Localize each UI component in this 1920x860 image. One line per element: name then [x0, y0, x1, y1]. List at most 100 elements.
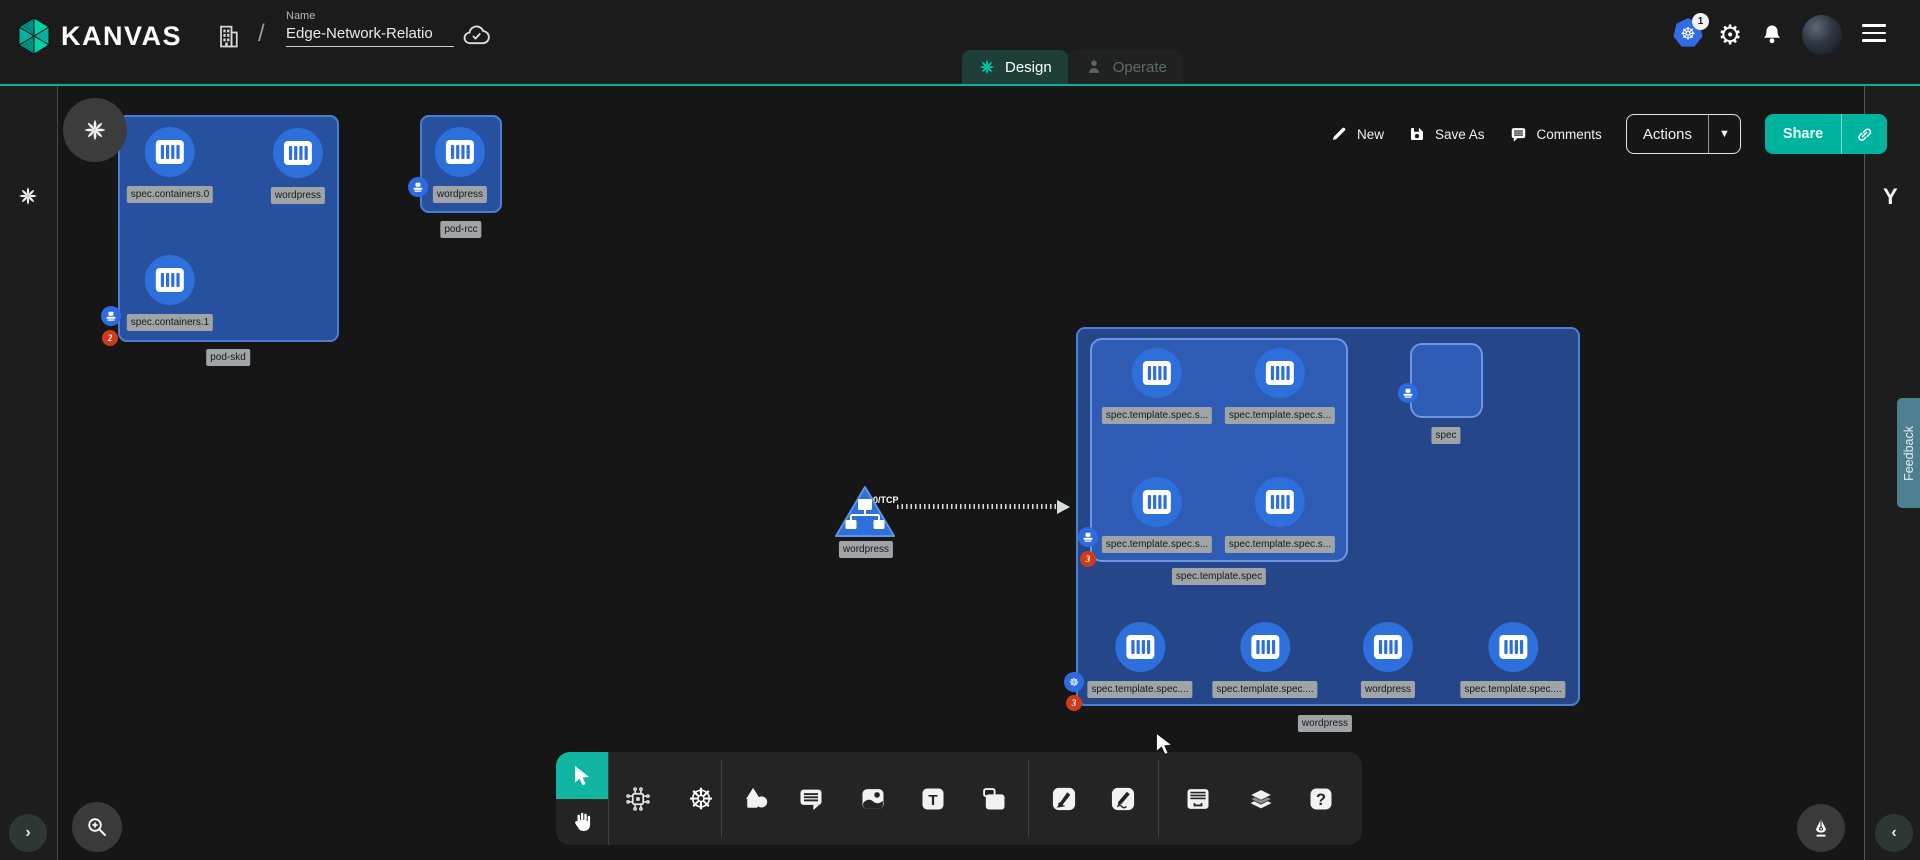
app-header: KANVAS / Name Edge-Network-Relatio [0, 0, 1920, 86]
container-node[interactable]: spec.template.spec.s... [1102, 477, 1212, 553]
service-edge[interactable] [897, 504, 1057, 509]
caret-down-icon[interactable]: ▼ [1708, 115, 1740, 153]
container-node[interactable]: spec.template.spec.... [1087, 622, 1192, 698]
node-label: spec.template.spec.s... [1225, 536, 1335, 553]
menu-hamburger-icon[interactable] [1862, 24, 1886, 42]
pointer-tools-column [556, 752, 609, 845]
help-button[interactable]: ? [1307, 785, 1335, 813]
share-label: Share [1765, 114, 1841, 154]
container-icon [1115, 622, 1165, 672]
pod-badge-icon[interactable] [1398, 383, 1418, 403]
left-dock-rail: › [0, 86, 58, 860]
node-config-button[interactable] [63, 98, 127, 162]
chevron-right-icon: › [25, 824, 30, 842]
user-avatar[interactable] [1802, 15, 1842, 55]
mouse-cursor [1151, 731, 1177, 762]
kubernetes-wheel-icon: ☸ [688, 785, 714, 814]
comment-tool-button[interactable] [797, 785, 825, 813]
svg-text:T: T [928, 792, 938, 809]
text-tool-button[interactable]: T [919, 785, 947, 813]
pod-badge-icon[interactable] [408, 177, 428, 197]
frame-icon [980, 785, 1008, 813]
svg-text:?: ? [1316, 791, 1326, 809]
service-triangle-icon [833, 484, 897, 540]
operate-tab-icon [1084, 57, 1104, 77]
layers-icon [1247, 785, 1275, 813]
kubernetes-context-button[interactable]: ☸ 1 [1672, 17, 1708, 51]
image-tool-button[interactable] [859, 785, 887, 813]
spec-node[interactable] [1410, 343, 1483, 418]
service-node[interactable] [833, 484, 897, 545]
design-name-input[interactable]: Edge-Network-Relatio [286, 25, 454, 47]
node-label: spec.containers.0 [127, 186, 213, 203]
design-pen-button[interactable] [1797, 804, 1845, 852]
feedback-tab[interactable]: Feedback [1897, 398, 1920, 508]
design-action-bar: New Save As Comments Actions [1330, 113, 1887, 155]
kanvas-logo[interactable]: KANVAS [16, 17, 182, 55]
mesh-sync-tool-button[interactable] [624, 785, 652, 813]
frame-tool-button[interactable] [980, 785, 1008, 813]
container-node[interactable]: spec.containers.0 [127, 127, 213, 203]
design-name-field[interactable]: Name Edge-Network-Relatio [286, 10, 454, 47]
toolbar-divider [1158, 760, 1159, 837]
select-tool-button[interactable] [556, 752, 608, 799]
pen-tool-icon [1050, 785, 1078, 813]
zoom-search-button[interactable] [72, 802, 122, 852]
hand-icon [570, 810, 594, 834]
save-as-button[interactable]: Save As [1408, 125, 1485, 143]
image-icon [859, 785, 887, 813]
design-tab-icon [978, 58, 996, 76]
toolbar-divider [721, 760, 722, 837]
pan-tool-button[interactable] [556, 799, 608, 845]
error-count-badge[interactable]: 2 [102, 330, 118, 346]
new-button[interactable]: New [1330, 125, 1384, 143]
actions-dropdown-button[interactable]: Actions ▼ [1626, 114, 1741, 154]
node-label: spec.containers.1 [127, 314, 213, 331]
node-label: wordpress [1361, 681, 1415, 698]
logo-text: KANVAS [61, 21, 182, 52]
pencil-icon [1330, 125, 1348, 143]
container-node[interactable]: wordpress [271, 128, 325, 204]
pod-badge-icon[interactable] [101, 306, 121, 326]
group-label-spec-template-spec: spec.template.spec [1172, 568, 1266, 585]
group-label-pod-rcc: pod-rcc [440, 221, 481, 238]
tab-operate[interactable]: Operate [1068, 50, 1183, 84]
dock-handle-icon[interactable]: Y [1883, 184, 1898, 210]
collapse-right-panel-button[interactable]: ‹ [1875, 814, 1913, 852]
breadcrumb-separator: / [258, 20, 265, 48]
expand-left-panel-button[interactable]: › [9, 814, 47, 852]
pod-badge-icon[interactable] [1078, 527, 1098, 547]
notifications-bell-icon[interactable] [1760, 22, 1784, 48]
error-count-badge[interactable]: 3 [1066, 695, 1082, 711]
comments-button[interactable]: Comments [1509, 125, 1602, 144]
layers-button[interactable] [1247, 785, 1275, 813]
comment-icon [797, 785, 825, 813]
tab-design[interactable]: Design [962, 50, 1068, 84]
shapes-tool-button[interactable] [742, 785, 770, 813]
container-node[interactable]: spec.containers.1 [127, 255, 213, 331]
kubernetes-badge-icon[interactable]: ☸ [1064, 672, 1084, 692]
container-node[interactable]: wordpress [433, 127, 487, 203]
node-label: wordpress [433, 186, 487, 203]
error-count-badge[interactable]: 3 [1080, 551, 1096, 567]
container-node[interactable]: spec.template.spec.s... [1225, 477, 1335, 553]
organization-icon[interactable] [214, 22, 242, 50]
container-node[interactable]: spec.template.spec.... [1460, 622, 1565, 698]
container-node[interactable]: spec.template.spec.s... [1225, 348, 1335, 424]
copy-link-button[interactable] [1841, 114, 1887, 154]
container-node[interactable]: spec.template.spec.... [1212, 622, 1317, 698]
kubernetes-tool-button[interactable]: ☸ [687, 785, 715, 813]
gear-flower-icon [82, 117, 108, 143]
container-node[interactable]: spec.template.spec.s... [1102, 348, 1212, 424]
container-icon [435, 127, 485, 177]
freehand-draw-tool-button[interactable] [1109, 785, 1137, 813]
container-node[interactable]: wordpress [1361, 622, 1415, 698]
edge-arrowhead [1057, 500, 1070, 514]
share-split-button[interactable]: Share [1765, 114, 1887, 154]
settings-gear-icon[interactable]: ⚙ [1718, 22, 1742, 49]
kanvas-app: KANVAS / Name Edge-Network-Relatio [0, 0, 1920, 860]
actions-label: Actions [1627, 115, 1708, 153]
components-drawer-button[interactable] [1184, 785, 1212, 813]
vector-pen-tool-button[interactable] [1050, 785, 1078, 813]
pencil-scribble-icon [1109, 785, 1137, 813]
